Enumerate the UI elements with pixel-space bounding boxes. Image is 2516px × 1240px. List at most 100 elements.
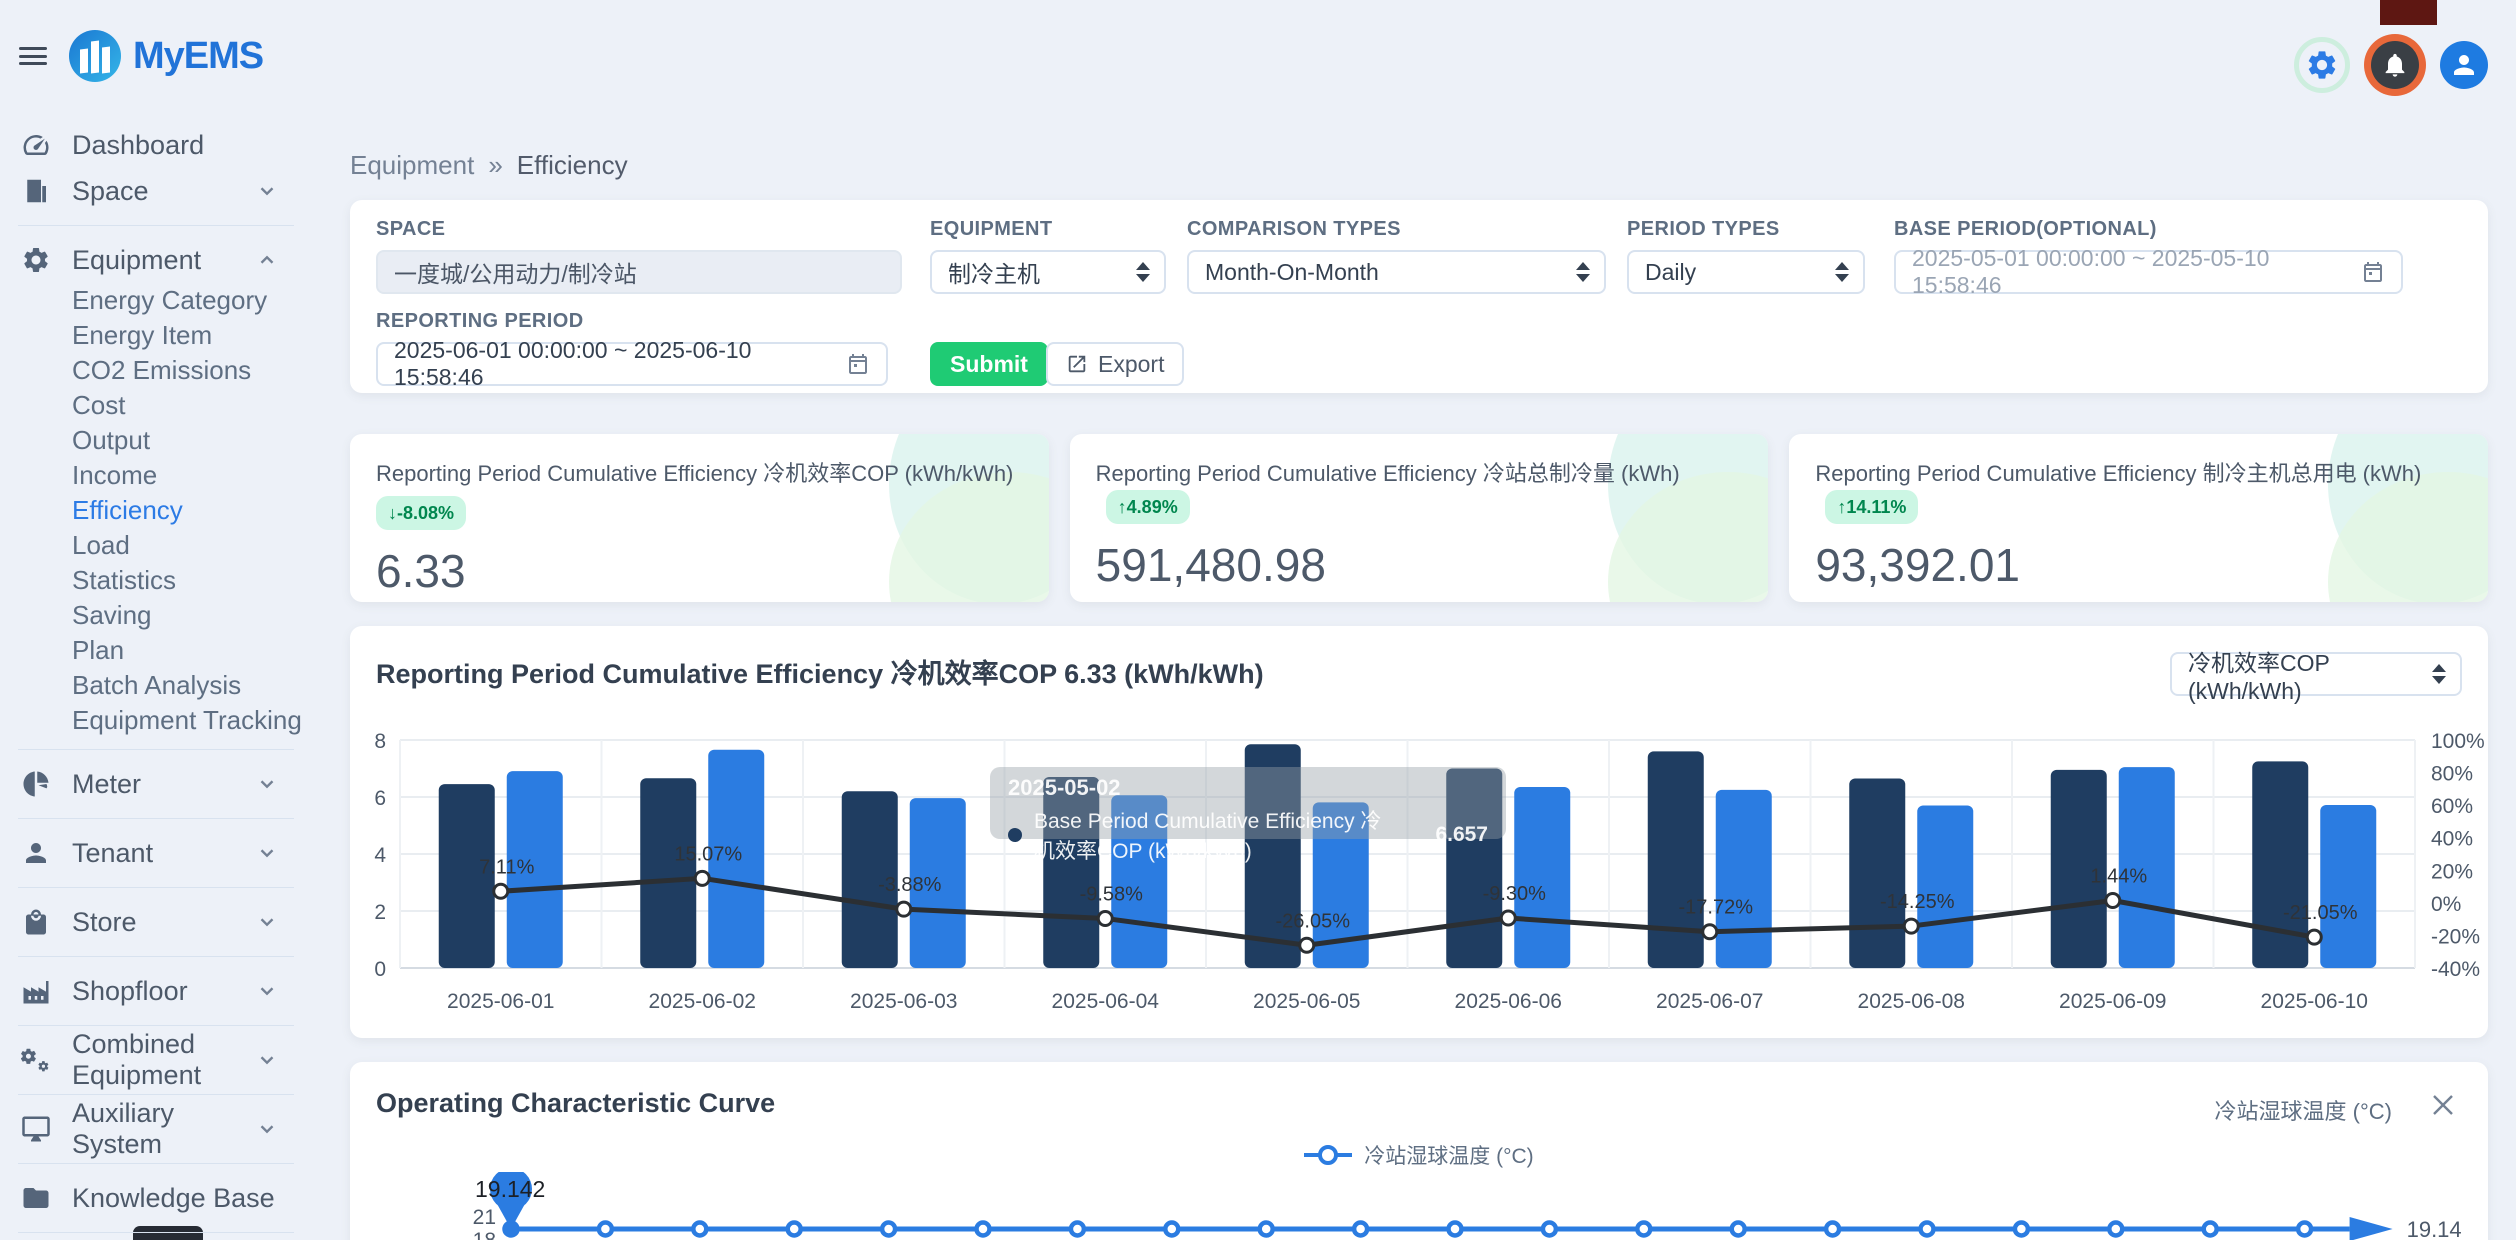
export-button[interactable]: Export bbox=[1046, 342, 1184, 386]
kpi-card-3: Reporting Period Cumulative Efficiency 制… bbox=[1789, 434, 2488, 602]
svg-text:4: 4 bbox=[374, 844, 386, 867]
sidebar-item-label: Knowledge Base bbox=[72, 1183, 278, 1214]
sidebar-subitem-plan[interactable]: Plan bbox=[0, 633, 312, 668]
svg-text:0: 0 bbox=[374, 958, 386, 981]
kpi-cards-row: Reporting Period Cumulative Efficiency 冷… bbox=[350, 434, 2488, 602]
sidebar-subitem-output[interactable]: Output bbox=[0, 423, 312, 458]
sidebar-item-dashboard[interactable]: Dashboard bbox=[0, 122, 312, 168]
sidebar-item-knowledge-base[interactable]: Knowledge Base bbox=[0, 1175, 312, 1221]
svg-text:2025-06-03: 2025-06-03 bbox=[850, 990, 957, 1013]
sidebar-subitem-batch-analysis[interactable]: Batch Analysis bbox=[0, 668, 312, 703]
sidebar-item-store[interactable]: Store bbox=[0, 899, 312, 945]
svg-text:19.14: 19.14 bbox=[2407, 1217, 2462, 1240]
curve-chart-svg: 2118 19.142 19.14 bbox=[350, 1172, 2488, 1240]
gears-icon bbox=[20, 1044, 52, 1076]
svg-text:18: 18 bbox=[473, 1229, 496, 1240]
building-icon bbox=[20, 175, 52, 207]
sidebar-subitem-saving[interactable]: Saving bbox=[0, 598, 312, 633]
svg-text:-40%: -40% bbox=[2431, 958, 2480, 981]
logo-buildings-icon bbox=[69, 30, 121, 82]
equipment-label: EQUIPMENT bbox=[930, 218, 1166, 241]
sidebar-item-tenant[interactable]: Tenant bbox=[0, 830, 312, 876]
sidebar-subitem-energy-item[interactable]: Energy Item bbox=[0, 318, 312, 353]
base-period-label: BASE PERIOD(OPTIONAL) bbox=[1894, 218, 2403, 241]
person-icon bbox=[20, 837, 52, 869]
sidebar-subitem-efficiency[interactable]: Efficiency bbox=[0, 493, 312, 528]
period-types-label: PERIOD TYPES bbox=[1627, 218, 1865, 241]
kpi-change-badge: ↑4.89% bbox=[1106, 490, 1190, 524]
sidebar-item-label: Auxiliary System bbox=[72, 1098, 236, 1160]
gear-icon bbox=[20, 244, 52, 276]
kpi-change-badge: ↑14.11% bbox=[1825, 490, 1918, 524]
equipment-select[interactable]: 制冷主机 bbox=[930, 250, 1166, 294]
calendar-icon bbox=[2361, 260, 2385, 284]
legend-line-marker-icon bbox=[1304, 1145, 1352, 1165]
sidebar-subitem-load[interactable]: Load bbox=[0, 528, 312, 563]
export-icon bbox=[1066, 353, 1088, 375]
svg-text:2025-06-02: 2025-06-02 bbox=[649, 990, 756, 1013]
sidebar-subitem-equipment-tracking[interactable]: Equipment Tracking bbox=[0, 703, 312, 738]
sidebar-item-combined-equipment[interactable]: Combined Equipment bbox=[0, 1037, 312, 1083]
svg-text:15.07%: 15.07% bbox=[674, 843, 742, 865]
kpi-title: Reporting Period Cumulative Efficiency 制… bbox=[1815, 461, 2421, 486]
chart-tooltip: 2025-05-02 Base Period Cumulative Effici… bbox=[990, 767, 1506, 839]
svg-text:-9.58%: -9.58% bbox=[1080, 883, 1144, 905]
sidebar-item-space[interactable]: Space bbox=[0, 168, 312, 214]
kpi-value: 591,480.98 bbox=[1096, 538, 1743, 592]
svg-text:20%: 20% bbox=[2431, 860, 2473, 883]
chevron-up-icon bbox=[256, 249, 278, 271]
period-types-select[interactable]: Daily bbox=[1627, 250, 1865, 294]
submit-button[interactable]: Submit bbox=[930, 342, 1048, 386]
sidebar-divider bbox=[18, 1094, 294, 1095]
base-period-input[interactable]: 2025-05-01 00:00:00 ~ 2025-05-10 15:58:4… bbox=[1894, 250, 2403, 294]
svg-text:19.142: 19.142 bbox=[475, 1176, 545, 1202]
sidebar-item-meter[interactable]: Meter bbox=[0, 761, 312, 807]
kpi-value: 6.33 bbox=[376, 544, 1023, 598]
sidebar-subitem-energy-category[interactable]: Energy Category bbox=[0, 283, 312, 318]
operating-curve-card: Operating Characteristic Curve 冷站湿球温度 (°… bbox=[350, 1062, 2488, 1240]
chevron-down-icon bbox=[256, 842, 278, 864]
comparison-types-select[interactable]: Month-On-Month bbox=[1187, 250, 1606, 294]
svg-text:21: 21 bbox=[473, 1206, 496, 1229]
hamburger-menu-icon[interactable] bbox=[19, 47, 47, 65]
svg-text:2025-06-05: 2025-06-05 bbox=[1253, 990, 1360, 1013]
space-input[interactable]: 一度城/公用动力/制冷站 bbox=[376, 250, 902, 294]
svg-text:2025-06-07: 2025-06-07 bbox=[1656, 990, 1763, 1013]
sidebar-item-equipment[interactable]: Equipment bbox=[0, 237, 312, 283]
app-logo[interactable]: MyEMS bbox=[69, 30, 263, 82]
sidebar-divider bbox=[18, 887, 294, 888]
sidebar-item-auxiliary-system[interactable]: Auxiliary System bbox=[0, 1106, 312, 1152]
svg-text:6: 6 bbox=[374, 787, 386, 810]
chevron-down-icon bbox=[256, 980, 278, 1002]
space-label: SPACE bbox=[376, 218, 902, 241]
kpi-value: 93,392.01 bbox=[1815, 538, 2462, 592]
breadcrumb-section[interactable]: Equipment bbox=[350, 150, 474, 180]
svg-text:80%: 80% bbox=[2431, 763, 2473, 786]
reporting-period-input[interactable]: 2025-06-01 00:00:00 ~ 2025-06-10 15:58:4… bbox=[376, 342, 888, 386]
sidebar-subitem-income[interactable]: Income bbox=[0, 458, 312, 493]
curve-legend[interactable]: 冷站湿球温度 (°C) bbox=[350, 1140, 2488, 1170]
svg-text:2025-06-06: 2025-06-06 bbox=[1455, 990, 1562, 1013]
sidebar-divider bbox=[18, 1163, 294, 1164]
kpi-title: Reporting Period Cumulative Efficiency 冷… bbox=[1096, 461, 1680, 486]
sidebar-item-shopfloor[interactable]: Shopfloor bbox=[0, 968, 312, 1014]
chevron-down-icon bbox=[256, 1118, 278, 1140]
svg-text:0%: 0% bbox=[2431, 893, 2461, 916]
sidebar-divider bbox=[18, 1232, 294, 1233]
sidebar-subitem-cost[interactable]: Cost bbox=[0, 388, 312, 423]
kpi-change-badge: ↓-8.08% bbox=[376, 496, 466, 530]
sidebar-divider bbox=[18, 956, 294, 957]
logo-text: MyEMS bbox=[133, 35, 263, 78]
sidebar-subitem-co2-emissions[interactable]: CO2 Emissions bbox=[0, 353, 312, 388]
close-icon[interactable] bbox=[2430, 1092, 2456, 1118]
chevron-down-icon bbox=[256, 180, 278, 202]
svg-text:2025-06-08: 2025-06-08 bbox=[1858, 990, 1965, 1013]
sidebar-subitem-statistics[interactable]: Statistics bbox=[0, 563, 312, 598]
breadcrumb: Equipment»Efficiency bbox=[350, 150, 628, 181]
sidebar-item-label: Meter bbox=[72, 769, 236, 800]
factory-icon bbox=[20, 975, 52, 1007]
calendar-icon bbox=[846, 352, 870, 376]
tooltip-series-dot bbox=[1008, 828, 1022, 842]
svg-text:-21.05%: -21.05% bbox=[2283, 902, 2358, 924]
chevron-down-icon bbox=[256, 911, 278, 933]
